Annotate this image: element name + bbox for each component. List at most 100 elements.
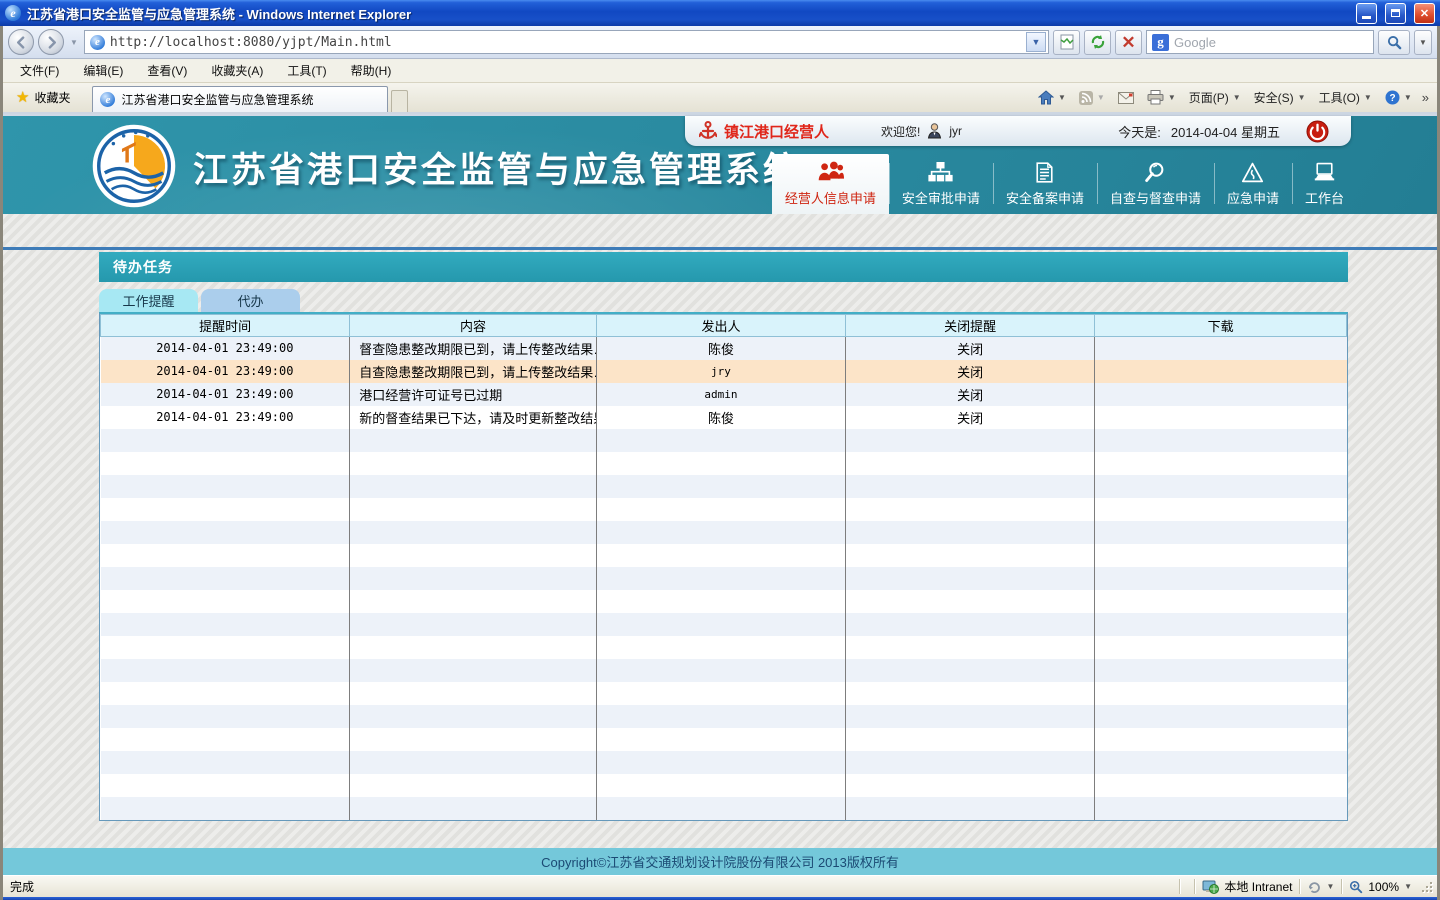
command-bar: ▼ ▼: [1032, 87, 1432, 112]
cell-content: 自查隐患整改期限已到，请上传整改结果…: [350, 360, 597, 383]
table-row-empty: [101, 659, 1347, 682]
tab-todo[interactable]: 代办: [201, 289, 300, 312]
menu-help[interactable]: 帮助(H): [342, 59, 401, 82]
welcome-label: 欢迎您!: [881, 123, 920, 140]
date-segment: 今天是: 2014-04-04 星期五: [1118, 122, 1280, 141]
close-reminder-link[interactable]: 关闭: [957, 342, 983, 357]
nav-safety-filing[interactable]: 安全备案申请: [993, 157, 1097, 214]
table-row-empty: [101, 797, 1347, 820]
user-avatar-icon: [927, 123, 942, 139]
zoom-control[interactable]: 100% ▼: [1349, 880, 1412, 894]
cell-time: 2014-04-01 23:49:00: [101, 360, 350, 383]
cell-content: 新的督查结果已下达，请及时更新整改结果: [350, 406, 597, 429]
toolbar-overflow-button[interactable]: »: [1419, 90, 1432, 105]
help-button[interactable]: ? ▼: [1379, 88, 1418, 107]
people-icon: [817, 159, 844, 183]
refresh-icon: [1090, 34, 1106, 50]
back-button[interactable]: [8, 29, 34, 55]
nav-operator-info[interactable]: 经营人信息申请: [772, 154, 889, 214]
search-button[interactable]: [1378, 30, 1410, 55]
user-role-badge: 镇江港口经营人: [699, 121, 829, 142]
stop-button[interactable]: ✕: [1115, 30, 1142, 55]
forward-icon: [45, 36, 58, 49]
compatibility-view-button[interactable]: [1053, 30, 1080, 55]
nav-safety-approval[interactable]: 安全审批申请: [889, 157, 993, 214]
page-menu[interactable]: 页面(P)▼: [1183, 87, 1247, 108]
panel-title: 待办任务: [99, 252, 1348, 282]
cell-download: [1095, 337, 1347, 360]
tab-title: 江苏省港口安全监管与应急管理系统: [121, 91, 313, 108]
refresh-button[interactable]: [1084, 30, 1111, 55]
tools-menu[interactable]: 工具(O)▼: [1313, 87, 1378, 108]
home-button[interactable]: ▼: [1032, 88, 1072, 107]
tab-work-reminder[interactable]: 工作提醒: [99, 289, 198, 312]
nav-label: 工作台: [1305, 188, 1344, 207]
resize-grip[interactable]: [1420, 880, 1433, 893]
table-row-empty: [101, 682, 1347, 705]
minimize-button[interactable]: [1356, 3, 1377, 24]
nav-label: 经营人信息申请: [785, 188, 876, 207]
content-area: 待办任务 工作提醒 代办 提醒时间 内容 发出人 关闭提醒 下载: [3, 250, 1437, 848]
svg-text:?: ?: [1389, 93, 1395, 104]
table-row-empty: [101, 567, 1347, 590]
nav-self-inspection[interactable]: 自查与督查申请: [1097, 157, 1214, 214]
col-close-reminder: 关闭提醒: [846, 315, 1095, 337]
print-button[interactable]: ▼: [1141, 88, 1182, 107]
anchor-icon: [699, 121, 717, 141]
close-reminder-link[interactable]: 关闭: [957, 388, 983, 403]
feeds-button[interactable]: ▼: [1073, 89, 1111, 107]
read-mail-button[interactable]: [1112, 90, 1140, 106]
security-zone: 本地 Intranet: [1202, 878, 1292, 895]
cell-time: 2014-04-01 23:49:00: [101, 383, 350, 406]
search-dropdown[interactable]: ▼: [1414, 30, 1432, 55]
menu-view[interactable]: 查看(V): [138, 59, 196, 82]
close-button[interactable]: ✕: [1414, 3, 1435, 24]
menu-tools[interactable]: 工具(T): [278, 59, 335, 82]
table-row-empty: [101, 544, 1347, 567]
table-header-row: 提醒时间 内容 发出人 关闭提醒 下载: [101, 315, 1347, 337]
search-input[interactable]: [1174, 35, 1368, 50]
protected-mode-button[interactable]: ▼: [1307, 880, 1334, 893]
today-value: 2014-04-04 星期五: [1171, 122, 1280, 141]
menu-edit[interactable]: 编辑(E): [74, 59, 132, 82]
restore-button[interactable]: [1385, 3, 1406, 24]
table-row-highlighted[interactable]: 2014-04-01 23:49:00 自查隐患整改期限已到，请上传整改结果… …: [101, 360, 1347, 383]
table-row[interactable]: 2014-04-01 23:49:00 督查隐患整改期限已到，请上传整改结果… …: [101, 337, 1347, 360]
cell-time: 2014-04-01 23:49:00: [101, 337, 350, 360]
nav-emergency[interactable]: 应急申请: [1214, 157, 1292, 214]
status-bar: 完成 本地 Intranet ▼: [3, 875, 1437, 897]
table-row-empty: [101, 636, 1347, 659]
nav-workbench[interactable]: 工作台: [1292, 157, 1357, 214]
copyright-text: Copyright©江苏省交通规划设计院股份有限公司 2013版权所有: [541, 852, 899, 871]
favorites-button[interactable]: ★ 收藏夹: [8, 85, 78, 109]
history-dropdown[interactable]: ▼: [70, 38, 78, 47]
feed-icon: [1079, 91, 1093, 105]
cell-content: 督查隐患整改期限已到，请上传整改结果…: [350, 337, 597, 360]
close-reminder-link[interactable]: 关闭: [957, 365, 983, 380]
logout-power-button[interactable]: [1306, 120, 1329, 143]
user-role-label: 镇江港口经营人: [724, 121, 829, 142]
org-chart-icon: [927, 162, 954, 183]
menu-favorites[interactable]: 收藏夹(A): [202, 59, 272, 82]
table-row[interactable]: 2014-04-01 23:49:00 新的督查结果已下达，请及时更新整改结果 …: [101, 406, 1347, 429]
table-row-empty: [101, 521, 1347, 544]
url-input[interactable]: [110, 35, 1021, 50]
page-menu-label: 页面(P): [1189, 89, 1229, 106]
safety-menu[interactable]: 安全(S)▼: [1248, 87, 1312, 108]
search-box: g: [1146, 30, 1374, 54]
table-row[interactable]: 2014-04-01 23:49:00 港口经营许可证号已过期 admin 关闭: [101, 383, 1347, 406]
cell-time: 2014-04-01 23:49:00: [101, 406, 350, 429]
browser-tab[interactable]: e 江苏省港口安全监管与应急管理系统: [92, 86, 388, 112]
address-dropdown[interactable]: ▼: [1026, 32, 1046, 52]
search-icon: [1387, 35, 1402, 50]
window-frame: ▼ e ▼ ✕ g: [0, 26, 1440, 900]
site-title: 江苏省港口安全监管与应急管理系统: [193, 142, 801, 193]
menu-file[interactable]: 文件(F): [11, 59, 68, 82]
new-tab-button[interactable]: [391, 90, 408, 112]
task-table: 提醒时间 内容 发出人 关闭提醒 下载 2014-04-01 23:49:00 …: [100, 314, 1347, 820]
col-content: 内容: [350, 315, 597, 337]
close-reminder-link[interactable]: 关闭: [957, 411, 983, 426]
window-title: 江苏省港口安全监管与应急管理系统 - Windows Internet Expl…: [27, 4, 1348, 23]
home-icon: [1038, 90, 1054, 105]
forward-button[interactable]: [38, 29, 64, 55]
